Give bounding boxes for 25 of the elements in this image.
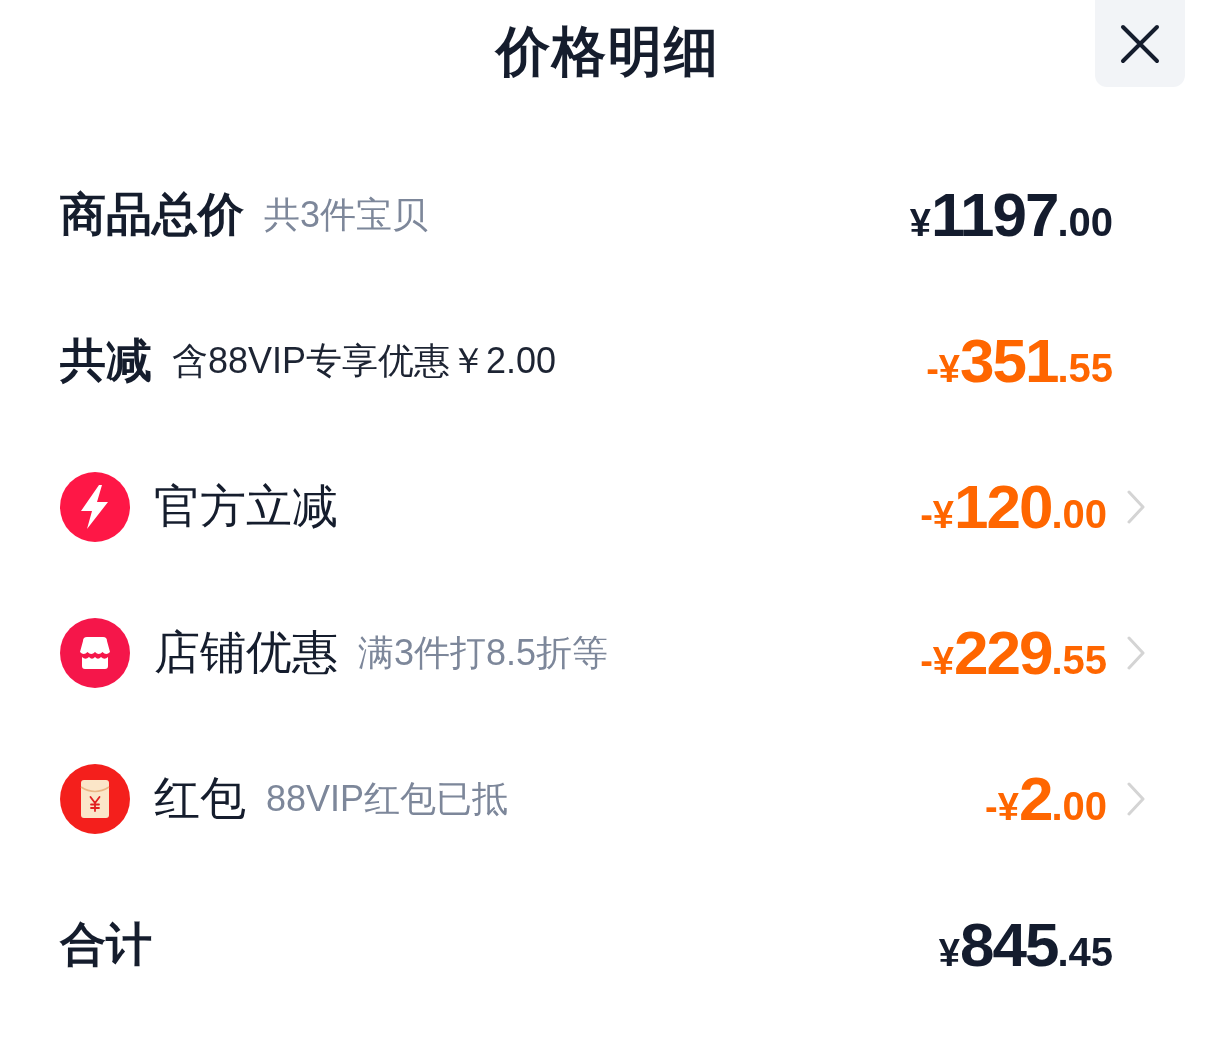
row-label: 官方立减 — [154, 479, 338, 535]
row-label: 商品总价 — [60, 187, 244, 243]
storefront-icon — [60, 618, 130, 688]
close-icon — [1120, 23, 1160, 64]
price-amount: -¥120.00 — [920, 472, 1107, 542]
close-button[interactable] — [1095, 0, 1185, 87]
row-label: 店铺优惠 — [154, 625, 338, 681]
price-amount: ¥845.45 — [938, 910, 1113, 980]
row-note: 88VIP红包已抵 — [266, 777, 509, 821]
row-note: 满3件打8.5折等 — [358, 631, 609, 675]
price-amount: -¥229.55 — [920, 618, 1107, 688]
row-label: 共减 — [60, 333, 152, 389]
chevron-right-icon[interactable] — [1127, 490, 1145, 524]
lightning-bolt-icon — [60, 472, 130, 542]
row-note: 共3件宝贝 — [264, 193, 429, 237]
chevron-right-icon[interactable] — [1127, 636, 1145, 670]
price-amount: -¥351.55 — [926, 326, 1113, 396]
row-note: 含88VIP专享优惠￥2.00 — [172, 339, 557, 383]
money-envelope-icon — [60, 764, 130, 834]
row-label: 红包 — [154, 771, 246, 827]
sheet-title: 价格明细 — [495, 20, 720, 82]
price-amount: ¥1197.00 — [909, 180, 1113, 250]
price-amount: -¥2.00 — [985, 764, 1107, 834]
row-label: 合计 — [60, 917, 152, 973]
chevron-right-icon[interactable] — [1127, 782, 1145, 816]
